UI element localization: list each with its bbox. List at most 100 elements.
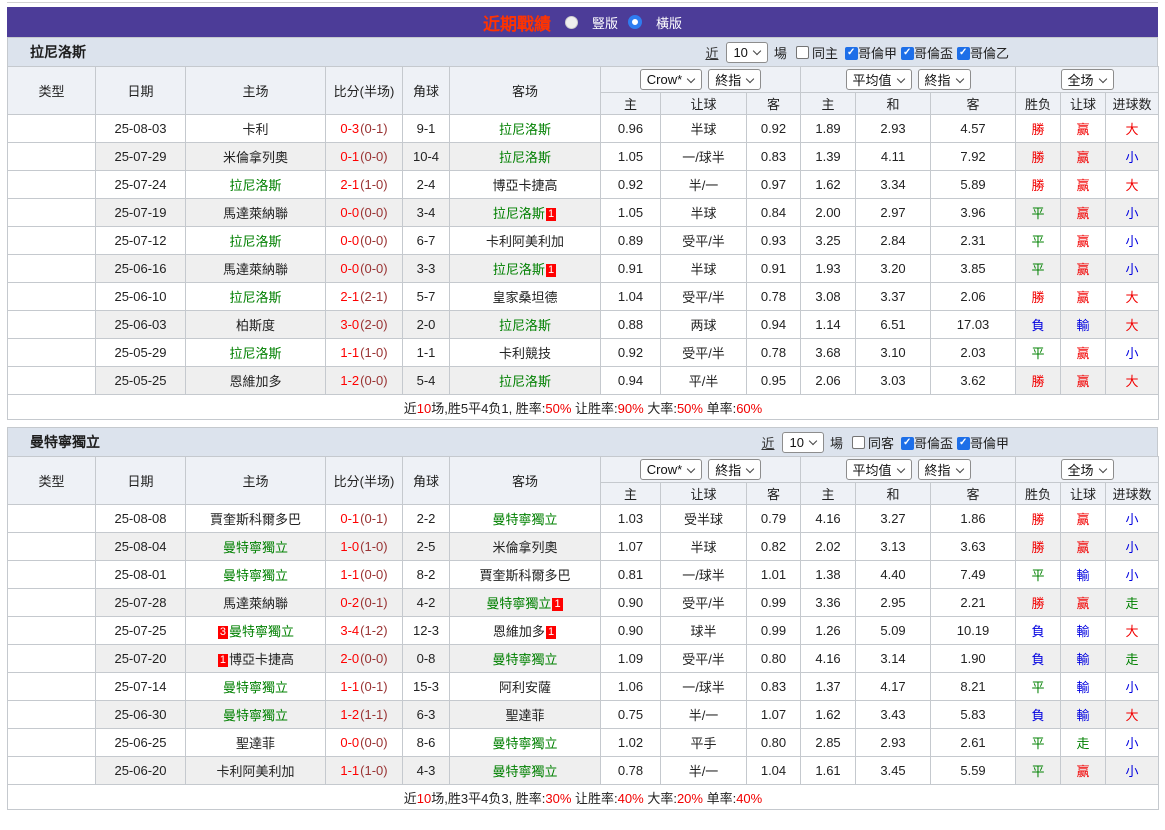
handicap-away-odds: 0.83 xyxy=(745,672,802,701)
recent-link[interactable]: 近 xyxy=(705,43,718,62)
same-venue-checkbox[interactable] xyxy=(851,435,865,449)
chevron-down-icon xyxy=(955,464,964,473)
match-row: 哥倫甲 25-08-04 曼特寧獨立 1-0(1-0) 2-5 米倫拿列奧 1.07 半球 0.… xyxy=(7,532,1160,561)
away-team: 恩維加多 1 xyxy=(449,616,601,645)
fulltime-score: 1-0 xyxy=(340,539,360,554)
halftime-score: (1-0) xyxy=(360,539,388,554)
halftime-score: (0-0) xyxy=(360,205,388,220)
vertical-layout-label[interactable]: 豎版 xyxy=(592,13,618,32)
date-cell: 25-08-01 xyxy=(95,560,186,589)
league-checkbox-1[interactable] xyxy=(956,436,970,450)
avg-draw-odds: 2.84 xyxy=(855,226,932,255)
handicap-line: 一/球半 xyxy=(660,560,747,589)
games-label: 場 xyxy=(773,45,787,61)
result-handicap: 赢 xyxy=(1060,366,1107,395)
result-handicap: 赢 xyxy=(1060,114,1107,143)
match-count-select[interactable]: 10 xyxy=(726,41,768,63)
handicap-away-odds: 0.79 xyxy=(745,504,802,533)
handicap-home-odds: 0.94 xyxy=(600,366,661,395)
result-outcome: 勝 xyxy=(1015,588,1062,617)
league-checkbox-label[interactable]: 哥倫甲 xyxy=(970,436,1009,451)
result-outcome: 平 xyxy=(1015,672,1062,701)
fulltime-score: 1-2 xyxy=(340,373,360,388)
same-venue-label[interactable]: 同主 xyxy=(812,43,838,62)
avg-away-odds: 5.83 xyxy=(930,700,1017,729)
league-cell: 哥倫甲 xyxy=(7,142,96,171)
avg-home-odds: 1.62 xyxy=(800,170,857,199)
league-checkbox-label[interactable]: 哥倫甲 xyxy=(858,46,897,61)
league-cell: 哥倫盃 xyxy=(7,560,96,589)
summary-segment: 40% xyxy=(736,790,763,806)
home-team-name: 曼特寧獨立 xyxy=(222,568,288,583)
home-team: 米倫拿列奧 xyxy=(185,142,326,171)
horizontal-layout-label[interactable]: 橫版 xyxy=(656,13,682,32)
handicap-away-odds: 0.78 xyxy=(745,282,802,311)
away-team: 拉尼洛斯 1 xyxy=(449,198,601,227)
result-handicap: 輸 xyxy=(1060,672,1107,701)
avg-type-select[interactable]: 平均值 xyxy=(845,69,912,90)
league-cell: 哥倫甲 xyxy=(7,588,96,617)
match-row: 哥倫甲 25-07-12 拉尼洛斯 0-0(0-0) 6-7 卡利阿美利加 0.89 受平/半… xyxy=(7,226,1160,255)
league-checkbox-label[interactable]: 哥倫盃 xyxy=(914,436,953,451)
scope-select[interactable]: 全场 xyxy=(1060,69,1114,90)
league-checkbox-0[interactable] xyxy=(844,46,858,60)
result-handicap: 赢 xyxy=(1060,254,1107,283)
fulltime-score: 1-2 xyxy=(340,707,360,722)
same-venue-checkbox[interactable] xyxy=(795,45,809,59)
league-checkbox-0[interactable] xyxy=(900,436,914,450)
match-count-select[interactable]: 10 xyxy=(782,431,824,453)
odds-time-select[interactable]: 終指 xyxy=(708,459,762,480)
handicap-away-odds: 0.94 xyxy=(745,310,802,339)
odds-provider-select[interactable]: Crow* xyxy=(639,69,703,90)
date-cell: 25-08-03 xyxy=(95,114,186,143)
league-cell: 哥倫甲 xyxy=(7,226,96,255)
avg-away-odds: 4.57 xyxy=(930,114,1017,143)
handicap-away-odds: 0.99 xyxy=(745,588,802,617)
score-cell: 1-2(1-1) xyxy=(325,700,403,729)
recent-link[interactable]: 近 xyxy=(761,433,774,452)
avg-away-odds: 2.61 xyxy=(930,728,1017,757)
away-team-name: 賈奎斯科爾多巴 xyxy=(479,568,571,583)
home-team-name: 柏斯度 xyxy=(235,318,275,333)
league-checkbox-2[interactable] xyxy=(956,46,970,60)
league-cell: 哥倫甲 xyxy=(7,532,96,561)
result-outcome: 負 xyxy=(1015,700,1062,729)
away-team: 卡利阿美利加 xyxy=(449,226,601,255)
result-goals: 大 xyxy=(1105,700,1160,729)
handicap-home-odds: 1.09 xyxy=(600,644,661,673)
result-goals: 小 xyxy=(1105,254,1160,283)
handicap-line: 半/一 xyxy=(660,700,747,729)
scope-select[interactable]: 全场 xyxy=(1060,459,1114,480)
horizontal-layout-radio[interactable] xyxy=(628,15,642,29)
col-date: 日期 xyxy=(95,66,186,115)
halftime-score: (0-0) xyxy=(360,567,388,582)
result-goals: 小 xyxy=(1105,672,1160,701)
vertical-layout-radio[interactable] xyxy=(564,15,578,29)
date-cell: 25-06-20 xyxy=(95,756,186,785)
result-outcome: 勝 xyxy=(1015,366,1062,395)
summary-segment: 场,胜3平4负3, 胜率: xyxy=(431,790,546,806)
corner-cell: 4-3 xyxy=(402,756,450,785)
same-venue-label[interactable]: 同客 xyxy=(868,433,894,452)
avg-away-odds: 1.90 xyxy=(930,644,1017,673)
handicap-away-odds: 0.82 xyxy=(745,532,802,561)
odds-provider-select[interactable]: Crow* xyxy=(639,459,703,480)
home-team: 拉尼洛斯 xyxy=(185,282,326,311)
score-cell: 0-1(0-0) xyxy=(325,142,403,171)
avg-time-select[interactable]: 終指 xyxy=(917,459,971,480)
league-checkbox-1[interactable] xyxy=(900,46,914,60)
handicap-line: 受平/半 xyxy=(660,644,747,673)
away-team-name: 拉尼洛斯 xyxy=(492,262,545,277)
odds-time-select[interactable]: 終指 xyxy=(708,69,762,90)
chevron-down-icon xyxy=(896,74,905,83)
date-cell: 25-06-16 xyxy=(95,254,186,283)
league-checkbox-label[interactable]: 哥倫乙 xyxy=(970,46,1009,61)
summary-segment: 大率: xyxy=(643,400,677,416)
score-cell: 0-3(0-1) xyxy=(325,114,403,143)
league-checkbox-label[interactable]: 哥倫盃 xyxy=(914,46,953,61)
avg-time-select[interactable]: 終指 xyxy=(917,69,971,90)
league-cell: 哥倫甲 xyxy=(7,170,96,199)
avg-type-select[interactable]: 平均值 xyxy=(845,459,912,480)
home-team: 拉尼洛斯 xyxy=(185,170,326,199)
col-handicap-away: 客 xyxy=(745,482,802,505)
